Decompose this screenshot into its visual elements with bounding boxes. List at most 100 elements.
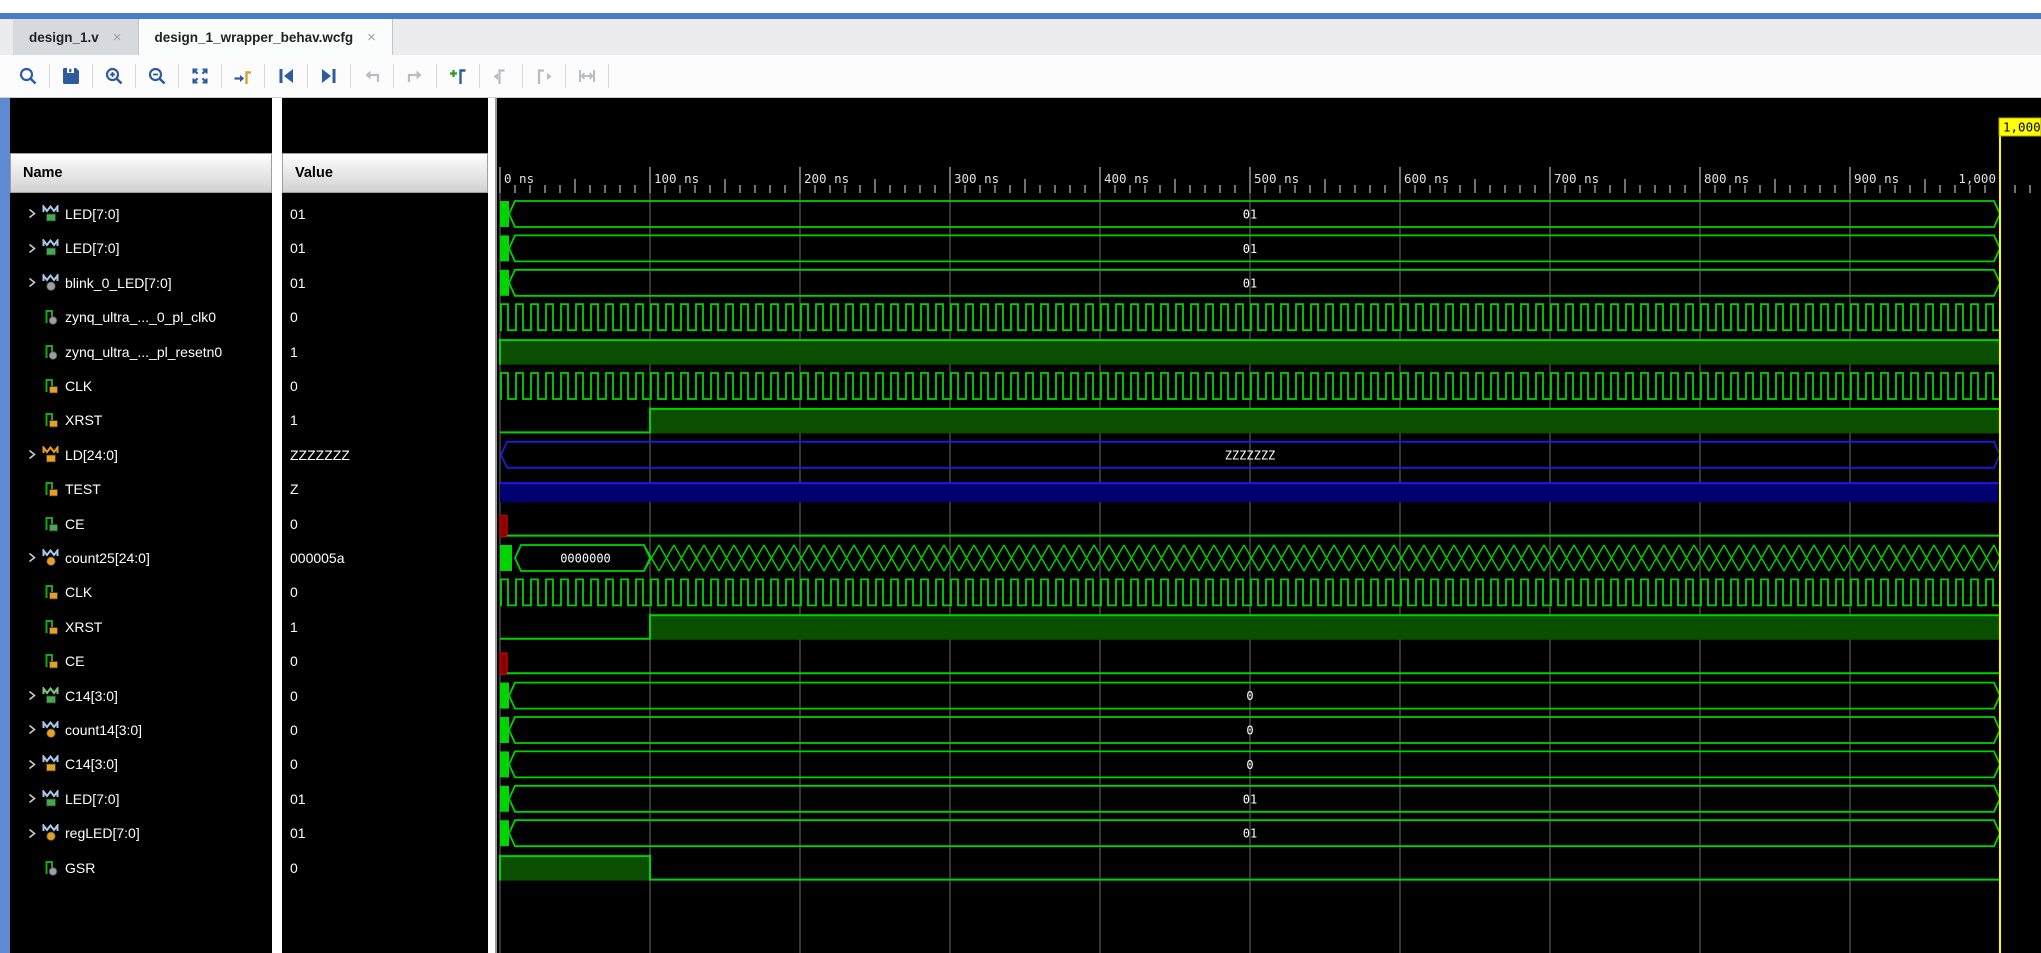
signal-row-value[interactable]: 0 [282,369,488,403]
signal-row-value[interactable]: 01 [282,266,488,300]
signal-row-name[interactable]: TEST [10,472,272,506]
signal-row-value[interactable]: 1 [282,334,488,368]
signal-name: XRST [65,412,103,429]
signal-row-value[interactable]: 0 [282,713,488,747]
signal-name: blink_0_LED[7:0] [65,274,172,291]
toolbar-divider [436,64,437,88]
wave-row-xrst [500,407,2000,434]
ruler-tick-label: 500 ns [1254,171,1299,186]
expand-chevron-icon[interactable] [27,724,37,735]
signal-value: ZZZZZZZ [290,446,350,463]
signal-row-name[interactable]: LD[24:0] [10,438,272,472]
bus-value-label: 01 [1243,792,1257,806]
expand-chevron-icon[interactable] [27,243,37,254]
scalar-signal-icon [45,413,58,428]
signal-row-value[interactable]: 01 [282,782,488,816]
expand-chevron-icon[interactable] [27,793,37,804]
signal-row-value[interactable]: Z [282,472,488,506]
signal-row-name[interactable]: zynq_ultra_..._pl_resetn0 [10,334,272,368]
expand-chevron-icon[interactable] [27,828,37,839]
signal-row-value[interactable]: ZZZZZZZ [282,438,488,472]
signal-row-value[interactable]: 1 [282,403,488,437]
signal-row-value[interactable]: 01 [282,816,488,850]
signal-row-name[interactable]: LED[7:0] [10,197,272,231]
zoom-out-button[interactable] [139,61,175,91]
add-marker-button[interactable] [440,61,476,91]
search-button[interactable] [10,61,46,91]
expand-chevron-icon[interactable] [27,277,37,288]
signal-row-value[interactable]: 0 [282,747,488,781]
toolbar-divider [49,64,50,88]
signal-row-value[interactable]: 01 [282,231,488,265]
signal-row-name[interactable]: CE [10,506,272,540]
signal-row-name[interactable]: C14[3:0] [10,747,272,781]
signal-value: 0 [290,859,298,876]
signal-row-name[interactable]: regLED[7:0] [10,816,272,850]
signal-value: 1 [290,412,298,429]
wave-window-content: Name LED[7:0] LED[7:0] blink_0_LED[7:0] [0,97,2041,953]
zoom-to-cursor-button[interactable] [225,61,261,91]
signal-row-value[interactable]: 0 [282,644,488,678]
zoom-in-button[interactable] [96,61,132,91]
signal-row-name[interactable]: LED[7:0] [10,782,272,816]
bus-signal-icon [42,789,59,807]
tab-close-icon[interactable]: × [113,30,122,45]
scalar-signal-icon [45,654,58,669]
signal-row-value[interactable]: 0 [282,678,488,712]
toolbar-divider [135,64,136,88]
signal-row-name[interactable]: blink_0_LED[7:0] [10,266,272,300]
next-transition-icon [407,70,422,82]
go-to-last-time-icon [322,69,336,83]
wave-row-zynq-ultra-pl-resetn0 [499,338,2000,365]
signal-row-value[interactable]: 0 [282,850,488,884]
tab-design-1-v[interactable]: design_1.v × [13,19,139,55]
signal-row-name[interactable]: CLK [10,575,272,609]
time-ruler: 0 ns 100 ns 200 ns 300 ns 400 ns 500 ns 600 ns… [499,167,2031,193]
expand-chevron-icon[interactable] [27,208,37,219]
signal-value: Z [290,481,299,498]
signal-row-value[interactable]: 1 [282,610,488,644]
signal-row-name[interactable]: count14[3:0] [10,713,272,747]
signal-row-value[interactable]: 0 [282,300,488,334]
swap-cursors-button [569,61,605,91]
time-cursor[interactable]: 1,000 [1998,117,2041,953]
signal-name: C14[3:0] [65,687,118,704]
signal-row-name[interactable]: LED[7:0] [10,231,272,265]
waveform-panel[interactable]: 0 ns 100 ns 200 ns 300 ns 400 ns 500 ns 600 ns… [495,98,2041,953]
signal-row-value[interactable]: 0 [282,575,488,609]
toolbar-divider [264,64,265,88]
signal-row-name[interactable]: count25[24:0] [10,541,272,575]
zoom-fit-button[interactable] [182,61,218,91]
signal-row-name[interactable]: XRST [10,610,272,644]
go-to-time-0-button[interactable] [268,61,304,91]
name-column-header: Name [10,153,272,193]
scalar-signal-icon [45,310,58,325]
go-to-last-time-button[interactable] [311,61,347,91]
signal-row-name[interactable]: CLK [10,369,272,403]
signal-value: 0 [290,721,298,738]
expand-chevron-icon[interactable] [27,552,37,563]
bus-signal-icon [42,204,59,222]
signal-value: 0 [290,309,298,326]
bus-value-label: 0000000 [560,552,611,566]
expand-chevron-icon[interactable] [27,759,37,770]
signal-row-name[interactable]: GSR [10,850,272,884]
signal-name: TEST [65,481,101,498]
bus-signal-icon [42,239,59,256]
signal-row-name[interactable]: C14[3:0] [10,678,272,712]
tab-design-1-wrapper-behav-wcfg[interactable]: design_1_wrapper_behav.wcfg × [138,19,393,55]
expand-chevron-icon[interactable] [27,449,37,460]
next-marker-button [526,61,562,91]
signal-row-value[interactable]: 000005a [282,541,488,575]
signal-row-value[interactable]: 0 [282,506,488,540]
signal-row-name[interactable]: zynq_ultra_..._0_pl_clk0 [10,300,272,334]
signal-value: 1 [290,618,298,635]
signal-row-name[interactable]: CE [10,644,272,678]
signal-row-value[interactable]: 01 [282,197,488,231]
waveform-canvas[interactable]: 0 ns 100 ns 200 ns 300 ns 400 ns 500 ns 600 ns… [497,98,2041,953]
signal-row-name[interactable]: XRST [10,403,272,437]
expand-chevron-icon[interactable] [27,690,37,701]
tab-close-icon[interactable]: × [367,30,376,45]
add-marker-icon [450,69,466,84]
save-wave-config-button[interactable] [53,61,89,91]
